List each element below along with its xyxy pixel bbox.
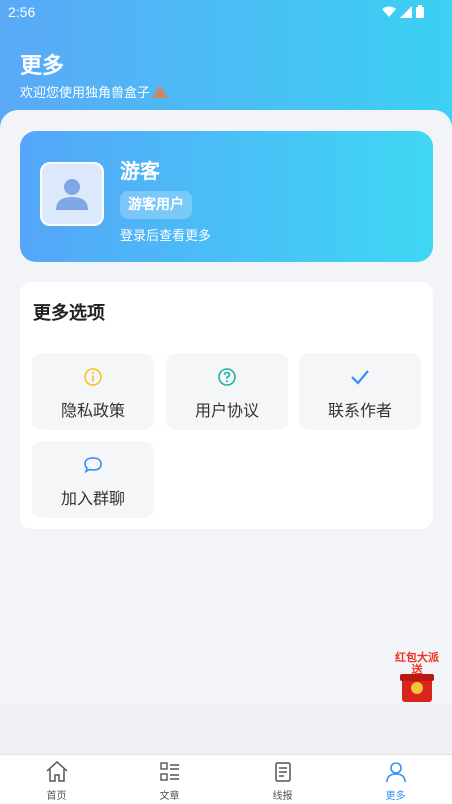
page-subtitle: 欢迎您使用独角兽盒子 <box>20 82 169 101</box>
wifi-icon <box>382 6 396 17</box>
check-icon <box>351 370 369 385</box>
help-icon <box>218 368 236 386</box>
option-join-group[interactable]: 加入群聊 <box>32 441 154 518</box>
user-name: 游客 <box>120 159 160 183</box>
tab-label: 文章 <box>159 791 180 802</box>
signal-icon <box>400 5 412 18</box>
login-hint[interactable]: 登录后查看更多 <box>120 225 211 244</box>
battery-icon <box>416 5 424 18</box>
user-icon <box>385 762 406 783</box>
home-icon <box>45 760 68 782</box>
avatar-user-icon <box>56 179 88 210</box>
chat-bubble-icon <box>84 457 102 474</box>
avatar[interactable] <box>40 162 104 226</box>
red-packet-floating-button[interactable]: 红包大派送 <box>394 652 440 704</box>
profile-card[interactable]: 游客 游客用户 登录后查看更多 <box>20 131 433 262</box>
option-contact-author[interactable]: 联系作者 <box>299 353 421 430</box>
document-icon <box>274 762 291 782</box>
status-icons <box>382 5 424 18</box>
red-packet-text: 红包大派送 <box>395 651 439 676</box>
option-label: 联系作者 <box>327 401 392 420</box>
tab-articles[interactable]: 文章 <box>113 755 226 804</box>
status-time: 2:56 <box>8 4 36 20</box>
tab-home[interactable]: 首页 <box>0 755 113 804</box>
tab-label: 首页 <box>46 791 67 802</box>
bottom-spacer <box>0 704 452 754</box>
subtitle-text: 欢迎您使用独角兽盒子 <box>20 86 151 101</box>
page-title: 更多 <box>20 54 65 79</box>
option-label: 加入群聊 <box>60 489 125 508</box>
user-badge: 游客用户 <box>120 191 192 219</box>
tab-more[interactable]: 更多 <box>339 755 452 804</box>
tab-deals[interactable]: 线报 <box>226 755 339 804</box>
option-label: 隐私政策 <box>60 401 125 420</box>
bottom-tab-bar: 首页 文章 线报 更多 <box>0 754 452 804</box>
tab-label: 线报 <box>272 791 293 802</box>
list-icon <box>159 762 179 781</box>
options-title: 更多选项 <box>33 303 105 324</box>
option-user-agreement[interactable]: 用户协议 <box>166 353 288 430</box>
tab-label: 更多 <box>385 791 406 802</box>
status-bar: 2:56 <box>0 0 452 24</box>
option-label: 用户协议 <box>194 401 259 420</box>
info-icon <box>84 368 102 386</box>
option-privacy-policy[interactable]: 隐私政策 <box>32 353 154 430</box>
warning-triangle-icon <box>152 85 169 98</box>
options-card: 更多选项 隐私政策 用户协议 联系作者 加入群聊 <box>20 282 433 529</box>
